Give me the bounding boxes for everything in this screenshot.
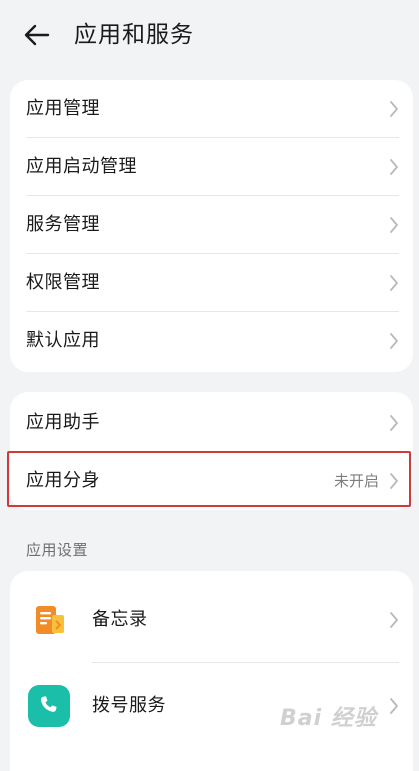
app-management-item[interactable]: 应用管理 — [10, 80, 413, 138]
back-button[interactable] — [20, 18, 54, 52]
item-label: 应用管理 — [26, 98, 100, 119]
permission-management-item[interactable]: 权限管理 — [10, 254, 413, 312]
memo-app-item[interactable]: 备忘录 — [10, 577, 413, 663]
memo-icon — [36, 606, 64, 634]
arrow-left-icon — [24, 24, 50, 46]
chevron-right-icon — [390, 698, 398, 714]
chevron-right-icon — [390, 159, 398, 175]
chevron-right-icon — [390, 612, 398, 628]
app-assistant-item[interactable]: 应用助手 — [10, 394, 413, 452]
app-launch-management-item[interactable]: 应用启动管理 — [10, 138, 413, 196]
default-apps-item[interactable]: 默认应用 — [10, 312, 413, 370]
item-label: 默认应用 — [26, 330, 100, 351]
highlight-box — [7, 451, 411, 507]
item-label: 权限管理 — [26, 272, 100, 293]
phone-icon — [28, 685, 70, 727]
app-settings-list: 备忘录 拨号服务 — [10, 571, 413, 771]
item-label: 应用助手 — [26, 412, 100, 433]
page-title: 应用和服务 — [74, 22, 194, 48]
screen: 应用和服务 应用管理 应用启动管理 服务管理 权限管理 默认应用 应用助手 应用… — [0, 0, 419, 771]
chevron-right-icon — [390, 333, 398, 349]
item-label: 拨号服务 — [92, 695, 166, 716]
top-bar: 应用和服务 — [0, 0, 419, 72]
section-header-app-settings: 应用设置 — [26, 541, 89, 559]
service-management-item[interactable]: 服务管理 — [10, 196, 413, 254]
item-label: 备忘录 — [92, 609, 148, 630]
settings-group-apps: 应用管理 应用启动管理 服务管理 权限管理 默认应用 — [10, 80, 413, 372]
item-label: 应用启动管理 — [26, 156, 137, 177]
item-label: 服务管理 — [26, 214, 100, 235]
chevron-right-icon — [390, 217, 398, 233]
chevron-right-icon — [390, 415, 398, 431]
watermark: Bai 经验 — [280, 706, 377, 731]
chevron-right-icon — [390, 101, 398, 117]
chevron-right-icon — [390, 275, 398, 291]
